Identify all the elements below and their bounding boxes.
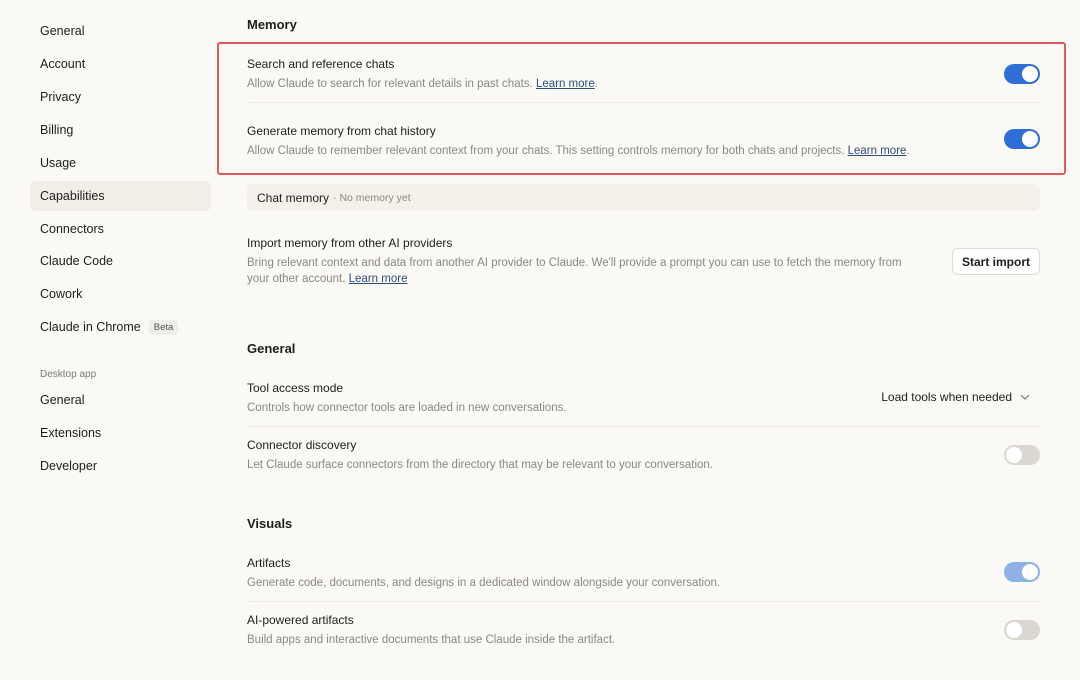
generate-memory-desc-text: Allow Claude to remember relevant contex… <box>247 145 845 157</box>
sidebar-item-usage[interactable]: Usage <box>30 148 211 178</box>
divider <box>247 601 1040 602</box>
sidebar-item-extensions[interactable]: Extensions <box>30 418 211 448</box>
sidebar-item-billing[interactable]: Billing <box>30 115 211 145</box>
toggle-knob <box>1006 622 1022 638</box>
sidebar-item-label: Usage <box>40 156 77 170</box>
memory-section-title: Memory <box>247 17 297 32</box>
sidebar-item-desktop-general[interactable]: General <box>30 385 211 415</box>
tool-access-desc: Controls how connector tools are loaded … <box>247 402 567 414</box>
toggle-knob <box>1022 131 1038 147</box>
sidebar-item-label: General <box>40 393 85 407</box>
connector-discovery-title: Connector discovery <box>247 438 357 452</box>
import-memory-title: Import memory from other AI providers <box>247 236 453 250</box>
toggle-knob <box>1006 447 1022 463</box>
sidebar-item-developer[interactable]: Developer <box>30 451 211 481</box>
connector-discovery-toggle[interactable] <box>1004 445 1040 465</box>
sidebar-item-label: General <box>40 24 85 38</box>
artifacts-desc: Generate code, documents, and designs in… <box>247 577 721 589</box>
divider <box>247 426 1040 427</box>
generate-memory-desc: Allow Claude to remember relevant contex… <box>247 145 910 157</box>
sidebar-item-label: Connectors <box>40 222 104 236</box>
settings-main: Memory Search and reference chats Allow … <box>247 0 1040 680</box>
generate-memory-row: Generate memory from chat history Allow … <box>247 123 1040 169</box>
sidebar-item-label: Claude in Chrome <box>40 320 141 334</box>
desktop-app-section-label: Desktop app <box>40 369 97 380</box>
ai-artifacts-toggle[interactable] <box>1004 620 1040 640</box>
chevron-down-icon <box>1020 392 1030 403</box>
sidebar-item-label: Claude Code <box>40 254 113 268</box>
generate-memory-title: Generate memory from chat history <box>247 124 436 138</box>
divider <box>247 102 1040 103</box>
search-chats-desc: Allow Claude to search for relevant deta… <box>247 78 598 90</box>
learn-more-link[interactable]: Learn more <box>848 145 907 157</box>
import-memory-desc-text: Bring relevant context and data from ano… <box>247 257 902 285</box>
search-chats-title: Search and reference chats <box>247 57 395 71</box>
sidebar-item-cowork[interactable]: Cowork <box>30 279 211 309</box>
ai-artifacts-title: AI-powered artifacts <box>247 613 354 627</box>
general-section-title: General <box>247 341 296 356</box>
tool-access-row: Tool access mode Controls how connector … <box>247 380 1040 426</box>
artifacts-title: Artifacts <box>247 556 291 570</box>
sidebar-item-account[interactable]: Account <box>30 49 211 79</box>
connector-discovery-row: Connector discovery Let Claude surface c… <box>247 437 1040 483</box>
chat-memory-status: · No memory yet <box>333 191 411 204</box>
tool-access-dropdown[interactable]: Load tools when needed <box>881 390 1030 404</box>
import-memory-row: Import memory from other AI providers Br… <box>247 235 1040 295</box>
chat-memory-row[interactable]: Chat memory · No memory yet <box>247 184 1040 211</box>
sidebar-item-claude-in-chrome[interactable]: Claude in Chrome Beta <box>30 312 211 342</box>
learn-more-link[interactable]: Learn more <box>536 78 595 90</box>
chat-memory-label: Chat memory <box>257 190 330 205</box>
learn-more-link[interactable]: Learn more <box>349 273 408 285</box>
visuals-section-title: Visuals <box>247 516 293 531</box>
settings-sidebar: General Account Privacy Billing Usage Ca… <box>0 0 220 680</box>
sidebar-item-label: Cowork <box>40 287 83 301</box>
search-chats-row: Search and reference chats Allow Claude … <box>247 56 1040 102</box>
toggle-knob <box>1022 564 1038 580</box>
ai-artifacts-desc: Build apps and interactive documents tha… <box>247 634 616 646</box>
sidebar-item-claude-code[interactable]: Claude Code <box>30 246 211 276</box>
search-chats-toggle[interactable] <box>1004 64 1040 84</box>
artifacts-row: Artifacts Generate code, documents, and … <box>247 555 1040 601</box>
toggle-knob <box>1022 66 1038 82</box>
sidebar-item-label: Billing <box>40 123 74 137</box>
sidebar-item-label: Extensions <box>40 426 102 440</box>
sidebar-item-label: Capabilities <box>40 189 105 203</box>
sidebar-item-label: Developer <box>40 459 97 473</box>
artifacts-toggle[interactable] <box>1004 562 1040 582</box>
search-chats-desc-text: Allow Claude to search for relevant deta… <box>247 78 533 90</box>
start-import-button[interactable]: Start import <box>951 248 1040 275</box>
beta-badge: Beta <box>148 319 179 335</box>
sidebar-item-connectors[interactable]: Connectors <box>30 214 211 244</box>
generate-memory-toggle[interactable] <box>1004 129 1040 149</box>
sidebar-item-general[interactable]: General <box>30 16 211 46</box>
sidebar-item-label: Privacy <box>40 90 81 104</box>
sidebar-item-capabilities[interactable]: Capabilities <box>30 181 211 211</box>
tool-access-value: Load tools when needed <box>881 390 1012 404</box>
connector-discovery-desc: Let Claude surface connectors from the d… <box>247 459 713 471</box>
ai-artifacts-row: AI-powered artifacts Build apps and inte… <box>247 612 1040 658</box>
sidebar-item-label: Account <box>40 57 86 71</box>
sidebar-item-privacy[interactable]: Privacy <box>30 82 211 112</box>
tool-access-title: Tool access mode <box>247 381 344 395</box>
import-memory-desc: Bring relevant context and data from ano… <box>247 255 927 287</box>
